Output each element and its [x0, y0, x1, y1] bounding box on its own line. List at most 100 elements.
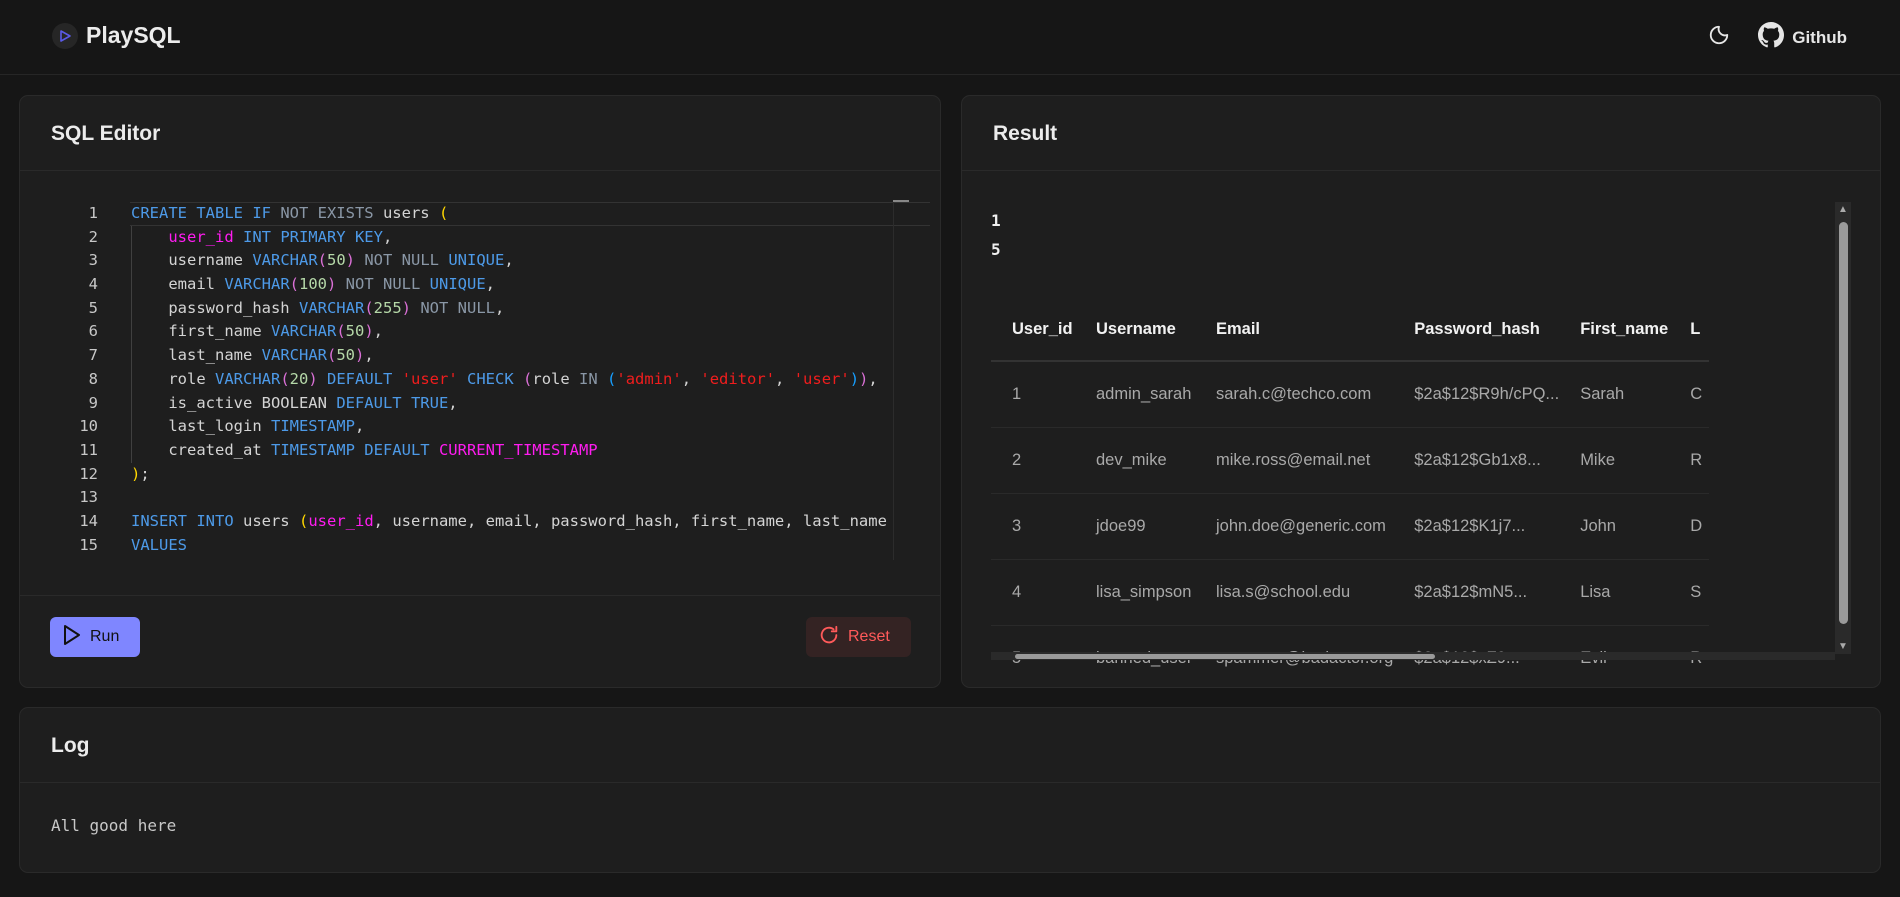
code-line[interactable]: 11 created_at TIMESTAMP DEFAULT CURRENT_… — [20, 439, 940, 463]
code-token: INT PRIMARY KEY — [233, 227, 383, 246]
scrollbar-thumb[interactable] — [1839, 222, 1848, 624]
code-token: 1 — [140, 559, 149, 560]
table-cell: john.doe@generic.com — [1195, 493, 1394, 560]
column-header[interactable]: Username — [1075, 299, 1195, 362]
code-token: VALUES — [131, 535, 187, 554]
line-number: 7 — [88, 346, 98, 365]
code-token: NOT NULL — [411, 298, 495, 317]
code-token: created_at — [131, 440, 271, 459]
run-button[interactable]: Run — [50, 617, 140, 657]
code-token: CURRENT_TIMESTAMP — [438, 440, 598, 459]
code-token: , — [504, 251, 514, 270]
code-line[interactable]: 16 (1, 'admin_sarah', 'sarah.c@techco.com… — [20, 557, 940, 560]
line-number: 5 — [88, 298, 98, 317]
reset-button[interactable]: Reset — [806, 617, 911, 657]
table-cell: 1 — [991, 361, 1075, 428]
column-header[interactable]: Email — [1195, 299, 1394, 362]
scroll-down-arrow-icon[interactable]: ▼ — [1838, 641, 1848, 652]
table-cell: Lisa — [1559, 559, 1670, 626]
column-header[interactable]: User_id — [991, 299, 1075, 362]
horizontal-scrollbar[interactable] — [991, 652, 1835, 660]
code-token: , — [495, 298, 505, 317]
table-cell: Mike — [1559, 427, 1670, 494]
column-header[interactable]: L — [1669, 299, 1710, 362]
code-line[interactable]: 9 is_active BOOLEAN DEFAULT TRUE, — [20, 392, 940, 416]
scroll-up-arrow-icon[interactable]: ▲ — [1838, 204, 1848, 215]
code-token: , — [775, 369, 794, 388]
code-token: email — [131, 275, 225, 294]
code-token: VARCHAR — [261, 346, 327, 365]
code-token: ) — [308, 369, 318, 388]
code-line[interactable]: 10 last_login TIMESTAMP, — [20, 415, 940, 439]
code-token: user_id — [308, 511, 374, 530]
code-editor[interactable]: 1 CREATE TABLE IF NOT EXISTS users (2 use… — [20, 202, 940, 560]
code-line[interactable]: 4 email VARCHAR(100) NOT NULL UNIQUE, — [20, 273, 940, 297]
table-cell: mike.ross@email.net — [1195, 427, 1394, 494]
code-token: 50 — [345, 322, 365, 341]
code-line[interactable]: 13 — [20, 486, 940, 510]
code-line[interactable]: 5 password_hash VARCHAR(255) NOT NULL, — [20, 297, 940, 321]
code-token: NOT NULL — [355, 251, 449, 270]
table-cell: sarah.c@techco.com — [1195, 361, 1394, 428]
code-token: NOT EXISTS — [280, 204, 383, 222]
code-line[interactable]: 14 INSERT INTO users (user_id, username, … — [20, 510, 940, 534]
code-line[interactable]: 6 first_name VARCHAR(50), — [20, 320, 940, 344]
logo[interactable]: PlaySQL — [52, 22, 181, 49]
github-link[interactable]: Github — [1758, 22, 1847, 53]
code-token: 'admin' — [616, 369, 682, 388]
line-number: 16 — [20, 557, 98, 560]
result-table: User_id Username Email Password_hash First_n… — [991, 299, 1710, 687]
code-token: is_active BOOLEAN — [131, 393, 337, 412]
code-line[interactable]: 1 CREATE TABLE IF NOT EXISTS users ( — [20, 202, 940, 226]
code-line[interactable]: 12); — [20, 463, 940, 487]
table-cell: R — [1669, 427, 1710, 494]
line-number: 10 — [79, 417, 98, 436]
code-token: ) — [849, 369, 860, 388]
code-token: username — [131, 251, 253, 270]
code-text: username VARCHAR(50) NOT NULL UNIQUE, — [131, 249, 514, 273]
code-token: ) — [327, 275, 337, 294]
code-line[interactable]: 15 VALUES — [20, 534, 940, 558]
play-logo-icon — [52, 22, 78, 49]
table-cell: lisa.s@school.edu — [1195, 559, 1394, 626]
code-token: , — [868, 369, 878, 388]
code-token: ( — [289, 275, 299, 294]
vertical-scrollbar[interactable]: ▲ ▼ — [1835, 202, 1851, 654]
code-text: INSERT INTO users (user_id, username, em… — [131, 510, 887, 534]
line-number: 11 — [79, 440, 98, 459]
code-line[interactable]: 8 role VARCHAR(20) DEFAULT 'user' CHECK … — [20, 368, 940, 392]
line-number: 6 — [88, 322, 98, 341]
code-token: , — [354, 417, 365, 436]
code-line[interactable]: 7 last_name VARCHAR(50), — [20, 344, 940, 368]
line-number: 14 — [79, 511, 98, 530]
line-number: 8 — [88, 369, 98, 388]
play-icon — [62, 624, 82, 651]
code-token: IN — [579, 369, 608, 388]
scrollbar-thumb[interactable] — [1015, 654, 1435, 659]
table-cell: 2 — [991, 427, 1075, 494]
github-icon — [1758, 22, 1785, 53]
table-cell: C — [1669, 361, 1710, 428]
code-token: last_name — [131, 346, 262, 365]
code-line[interactable]: 2 user_id INT PRIMARY KEY, — [20, 226, 940, 250]
code-token: ) — [859, 369, 869, 388]
log-message: All good here — [51, 816, 177, 835]
github-label: Github — [1792, 27, 1847, 47]
column-header[interactable]: Password_hash — [1393, 299, 1560, 362]
table-cell: D — [1669, 493, 1710, 560]
table-row: 2 dev_mike mike.ross@email.net $2a$12$Gb1x8… — [991, 427, 1710, 494]
code-token: CHECK — [457, 369, 524, 388]
table-cell: 3 — [991, 493, 1075, 560]
code-token: '$2a$12$R9h/cPQ...' — [514, 559, 691, 560]
code-token: 20 — [289, 369, 309, 388]
code-token: ( — [438, 204, 449, 222]
code-token: users — [242, 511, 299, 530]
code-line[interactable]: 3 username VARCHAR(50) NOT NULL UNIQUE, — [20, 249, 940, 273]
code-token: TIMESTAMP DEFAULT — [270, 440, 439, 459]
line-number: 12 — [79, 464, 98, 483]
code-token: UNIQUE — [429, 275, 486, 294]
code-token: DEFAULT — [317, 369, 402, 388]
code-token: , — [448, 393, 458, 412]
moon-icon[interactable] — [1708, 24, 1730, 51]
column-header[interactable]: First_name — [1559, 299, 1670, 362]
